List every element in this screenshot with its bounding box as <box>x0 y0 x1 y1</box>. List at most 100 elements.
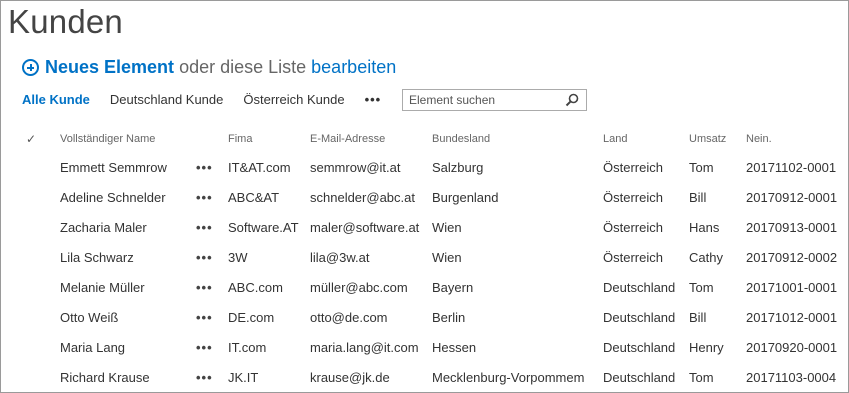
row-menu-icon[interactable]: ••• <box>196 182 228 212</box>
cell-email[interactable]: semmrow@it.at <box>310 152 432 182</box>
cell-land: Österreich <box>603 219 663 235</box>
cell-email[interactable]: lila@3w.at <box>310 242 432 272</box>
cell-name[interactable]: Maria Lang <box>60 332 196 362</box>
select-all-checkmark-icon[interactable]: ✓ <box>22 126 60 152</box>
row-menu-icon[interactable]: ••• <box>196 272 228 302</box>
cell-nr[interactable]: 20170920-0001 <box>746 332 846 362</box>
cell-umsatz[interactable]: Hans <box>689 212 746 242</box>
cell-fima: Software.AT <box>228 219 299 235</box>
cell-state: Wien <box>432 219 462 235</box>
row-menu-icon[interactable]: ••• <box>196 302 228 332</box>
cell-land: Österreich <box>603 249 663 265</box>
row-select[interactable] <box>22 242 60 272</box>
row-menu-icon[interactable]: ••• <box>196 332 228 362</box>
cell-state: Burgenland <box>432 189 499 205</box>
row-menu-icon[interactable]: ••• <box>196 362 228 392</box>
more-views-icon[interactable]: ••• <box>365 92 382 107</box>
view-tabs: Alle Kunde Deutschland Kunde Österreich … <box>22 92 381 107</box>
header-email[interactable]: E-Mail-Adresse <box>310 126 432 152</box>
new-item-middle-text: oder diese Liste <box>179 57 307 77</box>
edit-list-link[interactable]: bearbeiten <box>311 57 396 78</box>
search-box <box>402 89 587 111</box>
search-icon[interactable] <box>565 93 579 107</box>
cell-name[interactable]: Zacharia Maler <box>60 212 196 242</box>
cell-land: Deutschland <box>603 309 676 325</box>
cell-nr[interactable]: 20171103-0004 <box>746 362 846 392</box>
cell-nr[interactable]: 20171001-0001 <box>746 272 846 302</box>
cell-land: Österreich <box>603 159 663 175</box>
cell-state: Salzburg <box>432 159 484 175</box>
cell-fima: ABC.com <box>228 279 283 295</box>
cell-fima: ABC&AT <box>228 189 280 205</box>
cell-name[interactable]: Lila Schwarz <box>60 242 196 272</box>
header-nr[interactable]: Nein. <box>746 126 846 152</box>
cell-land: Österreich <box>603 189 663 205</box>
table-row[interactable]: Otto Weiß ••• DE.com otto@de.com Berlin … <box>22 302 846 332</box>
add-circle-icon[interactable] <box>22 59 39 76</box>
cell-email[interactable]: maria.lang@it.com <box>310 332 432 362</box>
table-row[interactable]: Lila Schwarz ••• 3W lila@3w.at Wien Öste… <box>22 242 846 272</box>
cell-name[interactable]: Emmett Semmrow <box>60 152 196 182</box>
row-select[interactable] <box>22 302 60 332</box>
header-umsatz[interactable]: Umsatz <box>689 126 746 152</box>
row-select[interactable] <box>22 272 60 302</box>
cell-state: Mecklenburg-Vorpommem <box>432 369 585 385</box>
table-row[interactable]: Adeline Schnelder ••• ABC&AT schnelder@a… <box>22 182 846 212</box>
cell-email[interactable]: schnelder@abc.at <box>310 182 432 212</box>
row-select[interactable] <box>22 212 60 242</box>
header-row: ✓ Vollständiger Name Fima E-Mail-Adresse… <box>22 126 846 152</box>
page-title: Kunden <box>8 3 123 40</box>
row-select[interactable] <box>22 152 60 182</box>
header-spacer <box>196 126 228 152</box>
cell-umsatz[interactable]: Tom <box>689 152 746 182</box>
cell-email[interactable]: otto@de.com <box>310 302 432 332</box>
table-row[interactable]: Emmett Semmrow ••• IT&AT.com semmrow@it.… <box>22 152 846 182</box>
cell-fima: DE.com <box>228 309 275 325</box>
cell-umsatz[interactable]: Tom <box>689 272 746 302</box>
cell-nr[interactable]: 20170912-0002 <box>746 242 846 272</box>
search-input[interactable] <box>403 90 559 110</box>
cell-land: Deutschland <box>603 279 676 295</box>
row-menu-icon[interactable]: ••• <box>196 212 228 242</box>
cell-name[interactable]: Adeline Schnelder <box>60 182 196 212</box>
cell-fima: JK.IT <box>228 369 259 385</box>
header-land[interactable]: Land <box>603 126 689 152</box>
cell-umsatz[interactable]: Bill <box>689 302 746 332</box>
row-menu-icon[interactable]: ••• <box>196 152 228 182</box>
cell-nr[interactable]: 20170912-0001 <box>746 182 846 212</box>
table-row[interactable]: Richard Krause ••• JK.IT krause@jk.de Me… <box>22 362 846 392</box>
cell-umsatz[interactable]: Henry <box>689 332 746 362</box>
cell-fima: IT.com <box>228 339 267 355</box>
cell-state: Hessen <box>432 339 477 355</box>
new-item-bar: Neues Element oder diese Liste bearbeite… <box>22 57 396 78</box>
cell-name[interactable]: Melanie Müller <box>60 272 196 302</box>
header-name[interactable]: Vollständiger Name <box>60 126 196 152</box>
tab-deutschland-kunde[interactable]: Deutschland Kunde <box>110 92 223 107</box>
cell-umsatz[interactable]: Tom <box>689 362 746 392</box>
new-item-link[interactable]: Neues Element <box>45 57 174 78</box>
page-frame: Kunden Neues Element oder diese Liste be… <box>0 0 849 393</box>
cell-email[interactable]: krause@jk.de <box>310 362 432 392</box>
header-state[interactable]: Bundesland <box>432 126 603 152</box>
table-row[interactable]: Maria Lang ••• IT.com maria.lang@it.com … <box>22 332 846 362</box>
table-row[interactable]: Melanie Müller ••• ABC.com müller@abc.co… <box>22 272 846 302</box>
cell-nr[interactable]: 20171102-0001 <box>746 152 846 182</box>
cell-nr[interactable]: 20170913-0001 <box>746 212 846 242</box>
cell-email[interactable]: müller@abc.com <box>310 272 432 302</box>
table-row[interactable]: Zacharia Maler ••• Software.AT maler@sof… <box>22 212 846 242</box>
header-fima[interactable]: Fima <box>228 126 310 152</box>
cell-name[interactable]: Richard Krause <box>60 362 196 392</box>
cell-umsatz[interactable]: Bill <box>689 182 746 212</box>
row-select[interactable] <box>22 182 60 212</box>
row-select[interactable] <box>22 332 60 362</box>
row-menu-icon[interactable]: ••• <box>196 242 228 272</box>
cell-email[interactable]: maler@software.at <box>310 212 432 242</box>
tab-alle-kunde[interactable]: Alle Kunde <box>22 92 90 107</box>
tab-oesterreich-kunde[interactable]: Österreich Kunde <box>243 92 344 107</box>
cell-fima: 3W <box>228 249 248 265</box>
cell-umsatz[interactable]: Cathy <box>689 242 746 272</box>
cell-land: Deutschland <box>603 339 676 355</box>
cell-name[interactable]: Otto Weiß <box>60 302 196 332</box>
row-select[interactable] <box>22 362 60 392</box>
cell-nr[interactable]: 20171012-0001 <box>746 302 846 332</box>
